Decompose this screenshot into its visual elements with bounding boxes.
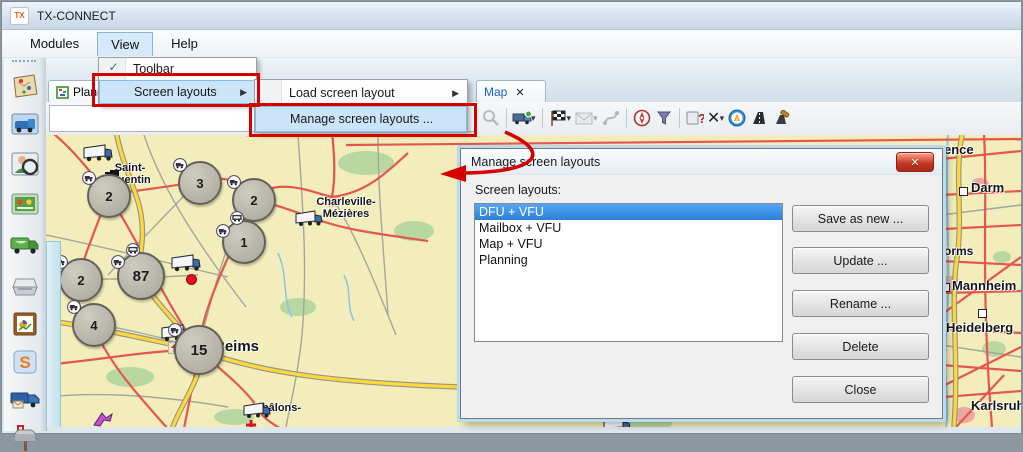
globe-icon[interactable] [631,107,653,129]
city-label: Darm [971,181,1004,195]
report-icon[interactable] [10,310,40,338]
layout-list-item[interactable]: DFU + VFU [475,204,782,220]
trailer-badge-icon [126,243,140,257]
cluster-marker[interactable]: 4 [72,303,116,347]
truck-photo-icon[interactable] [10,110,40,138]
truck-badge-icon [82,171,96,185]
title-bar[interactable]: TX TX-CONNECT [2,2,1021,30]
close-button[interactable]: Close [792,376,929,403]
driver-icon[interactable] [10,150,40,178]
svg-text:S: S [19,353,30,372]
city-label: orms [944,245,973,258]
city-label: Mannheim [952,279,1016,293]
route-icon[interactable] [600,107,622,129]
close-icon: ✕ [910,156,919,169]
map-icon[interactable] [10,72,40,100]
update-button[interactable]: Update ... [792,247,929,274]
toolbar-grip[interactable] [12,60,36,66]
layout-list-item[interactable]: Map + VFU [475,236,782,252]
mailbox-icon[interactable] [10,424,40,452]
submenu-arrow-icon: ▶ [452,88,459,99]
window-title: TX-CONNECT [37,9,116,23]
city-label: Heidelberg [946,321,1013,335]
cluster-marker[interactable]: 2 [59,258,103,302]
send-menu-icon[interactable] [573,107,595,129]
truck-mail-icon[interactable] [10,386,40,414]
trailer-badge-icon [230,211,244,225]
tab-map[interactable]: Map ✕ [476,80,546,103]
cluster-marker[interactable]: 3 [178,161,222,205]
menu-view[interactable]: View [97,32,153,56]
help-icon[interactable]: ? [684,107,706,129]
cluster-marker[interactable]: 2 [87,174,131,218]
screen-layouts-listbox[interactable]: DFU + VFU Mailbox + VFU Map + VFU Planni… [474,203,783,342]
truck-badge-icon [67,300,81,314]
green-truck-icon[interactable] [10,230,40,258]
dashboard-icon[interactable] [10,190,40,218]
truck-badge-icon [111,255,125,269]
cluster-marker[interactable]: 1 [222,220,266,264]
truck-badge-icon [216,224,230,238]
cross-badge [246,417,256,427]
clear-menu-dropdown-icon[interactable]: ▾ [720,113,725,124]
app-window: TX TX-CONNECT Modules View Help [1,1,1022,434]
traffic-icon[interactable] [726,107,748,129]
town-marker [959,187,968,196]
city-label: Karlsruhe [971,399,1021,413]
tab-close-icon[interactable]: ✕ [515,86,524,99]
app-icon: TX [10,7,29,25]
menu-modules[interactable]: Modules [16,32,93,55]
truck-badge-icon [168,323,182,337]
layout-list-item[interactable]: Planning [475,252,782,268]
town-marker [978,309,987,318]
annotation-arrow [402,120,572,190]
send-menu-dropdown-icon[interactable]: ▾ [593,113,598,124]
rename-button[interactable]: Rename ... [792,290,929,317]
menu-help[interactable]: Help [157,32,212,55]
filter-icon[interactable] [653,107,675,129]
dialog-close-button[interactable]: ✕ [896,152,934,172]
save-as-new-button[interactable]: Save as new ... [792,205,929,232]
alert-dot [186,274,197,285]
truck-marker[interactable] [294,209,324,233]
module-sidebar: S [4,58,47,431]
planning-tab-icon [56,86,69,99]
city-label: ence [944,143,974,157]
truck-badge-icon [173,158,187,172]
delete-button[interactable]: Delete [792,333,929,360]
svg-text:?: ? [698,111,704,126]
layout-list-item[interactable]: Mailbox + VFU [475,220,782,236]
annotation-box-screen-layouts [92,73,260,107]
docked-panel-edge [46,241,61,427]
pointer-arrow-marker[interactable] [92,411,114,427]
menu-bar: Modules View Help [2,30,1021,58]
road-icon[interactable] [748,107,770,129]
truck-badge-icon [227,175,241,189]
tab-map-label: Map [484,85,507,99]
truck-marker[interactable] [170,253,202,278]
cluster-marker[interactable]: 87 [117,252,165,300]
cluster-marker[interactable]: 15 [174,325,224,375]
s-icon[interactable]: S [10,348,40,376]
roadworks-icon[interactable] [770,107,792,129]
scanner-icon[interactable] [10,272,40,300]
